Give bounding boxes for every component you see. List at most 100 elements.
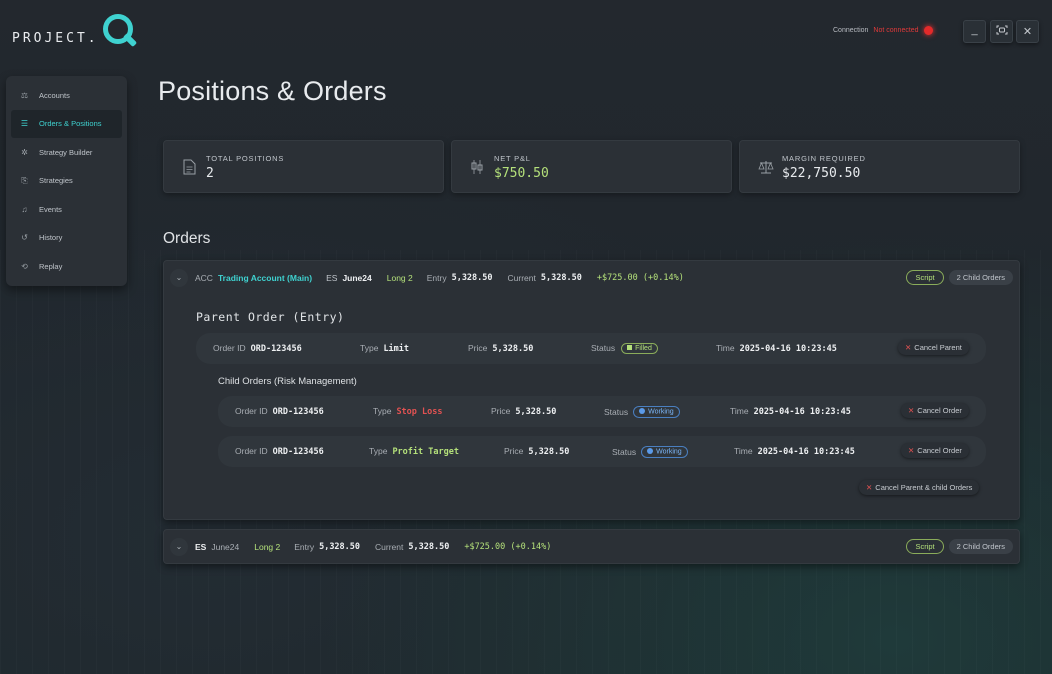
entry-label: Entry — [426, 272, 447, 283]
price-label: Price — [468, 343, 488, 353]
child-orders-badge: 2 Child Orders — [948, 539, 1013, 554]
close-icon: ✕ — [908, 406, 915, 415]
cancel-parent-button[interactable]: ✕ Cancel Parent — [898, 340, 969, 355]
child-order-row: Order ID ORD-123456 Type Stop Loss Price 5,… — [218, 396, 986, 427]
sidebar-item-history[interactable]: ↺ History — [11, 224, 122, 252]
sidebar-item-strategy-builder[interactable]: ✲ Strategy Builder — [11, 138, 122, 166]
order-time: 2025-04-16 10:23:45 — [757, 447, 855, 457]
orders-section-title: Orders — [163, 230, 211, 247]
time-label: Time — [734, 446, 753, 456]
sidebar-item-accounts[interactable]: ⚖ Accounts — [11, 81, 122, 109]
child-order-row: Order ID ORD-123456 Type Profit Target Pri… — [218, 436, 986, 467]
sidebar-item-label: Accounts — [39, 90, 70, 100]
price-label: Price — [504, 446, 524, 456]
close-icon: ✕ — [905, 343, 912, 352]
order-card: ⌄ ACC Trading Account (Main) ES June24 L… — [163, 260, 1020, 520]
close-icon: ✕ — [908, 446, 915, 455]
contract: June24 — [342, 272, 372, 283]
account-name: Trading Account (Main) — [217, 272, 313, 283]
status-badge: Filled — [621, 343, 658, 354]
minimize-button[interactable]: _ — [963, 20, 986, 43]
brand-text: PROJECT. — [12, 31, 99, 46]
order-price: 5,328.50 — [528, 447, 570, 457]
status-label: Status — [612, 446, 637, 457]
cancel-order-button[interactable]: ✕ Cancel Order — [901, 443, 969, 458]
close-button[interactable]: ✕ — [1016, 20, 1039, 43]
order-id: ORD-123456 — [250, 344, 302, 354]
stat-label: TOTAL POSITIONS — [206, 154, 285, 163]
contract: June24 — [211, 541, 240, 552]
chevron-down-icon[interactable]: ⌄ — [170, 537, 188, 556]
sidebar-item-label: Replay — [39, 261, 63, 271]
sidebar-item-label: History — [39, 233, 63, 242]
brand-q-mark — [101, 12, 139, 52]
order-details: Parent Order (Entry) Order ID ORD-123456 … — [164, 294, 1019, 519]
current-label: Current — [507, 272, 536, 283]
price-label: Price — [491, 406, 511, 416]
child-orders-badge: 2 Child Orders — [948, 270, 1013, 285]
entry-price: 5,328.50 — [319, 541, 361, 552]
pnl-value: +$725.00 (+0.14%) — [464, 541, 552, 552]
status-label: Status — [591, 343, 616, 353]
history-icon: ↺ — [21, 233, 28, 242]
order-header[interactable]: ⌄ ES June24 Long 2 Entry 5,328.50 Curren… — [164, 530, 1019, 563]
child-orders-title: Child Orders (Risk Management) — [218, 376, 357, 387]
type-label: Type — [360, 343, 379, 353]
order-id-label: Order ID — [213, 343, 246, 353]
status-badge: Working — [641, 446, 688, 458]
time-label: Time — [730, 406, 749, 416]
sidebar-item-label: Events — [39, 204, 62, 214]
sidebar-item-events[interactable]: ♫ Events — [11, 195, 122, 223]
order-id: ORD-123456 — [272, 407, 324, 417]
minimize-icon: _ — [971, 23, 978, 36]
sidebar-item-label: Strategies — [39, 176, 73, 185]
entry-price: 5,328.50 — [451, 272, 493, 283]
sidebar-item-replay[interactable]: ⟲ Replay — [11, 252, 122, 280]
connection-status-dot — [923, 26, 933, 35]
current-price: 5,328.50 — [408, 541, 450, 552]
order-time: 2025-04-16 10:23:45 — [753, 407, 851, 417]
balance-scale-icon — [758, 159, 774, 175]
status-label: Status — [604, 406, 629, 417]
screenshot-button[interactable] — [990, 20, 1013, 43]
current-label: Current — [375, 541, 404, 552]
order-type: Stop Loss — [396, 407, 443, 417]
sidebar-item-orders-positions[interactable]: ☰ Orders & Positions — [11, 109, 122, 138]
order-type: Profit Target — [392, 447, 459, 457]
connection-label: Connection — [833, 27, 869, 34]
pnl-value: +$725.00 (+0.14%) — [596, 272, 684, 283]
order-header[interactable]: ⌄ ACC Trading Account (Main) ES June24 L… — [164, 261, 1019, 294]
connection-indicator: Connection Not connected — [833, 26, 933, 35]
stat-value: 2 — [206, 166, 214, 181]
stat-value: $22,750.50 — [782, 166, 861, 181]
document-icon — [182, 159, 196, 175]
sidebar-item-strategies[interactable]: ⎘ Strategies — [11, 167, 122, 195]
close-icon: ✕ — [866, 483, 873, 492]
symbol: ES — [195, 541, 207, 552]
order-price: 5,328.50 — [515, 407, 557, 417]
account-label: ACC — [195, 272, 213, 283]
current-price: 5,328.50 — [540, 272, 582, 283]
chevron-down-icon[interactable]: ⌄ — [170, 268, 188, 287]
stat-label: MARGIN REQUIRED — [782, 154, 866, 163]
stat-card-net-pnl: NET P&L $750.50 — [451, 140, 732, 193]
order-type: Limit — [383, 344, 410, 354]
brand-logo: PROJECT. — [12, 12, 139, 52]
parent-order-row: Order ID ORD-123456 Type Limit Price 5,328.… — [196, 333, 986, 364]
cancel-parent-and-children-button[interactable]: ✕ Cancel Parent & child Orders — [859, 480, 980, 495]
script-badge: Script — [906, 270, 944, 285]
symbol: ES — [326, 272, 338, 283]
sidebar-item-label: Orders & Positions — [39, 119, 102, 128]
parent-order-title: Parent Order (Entry) — [196, 310, 345, 324]
replay-icon: ⟲ — [21, 261, 28, 271]
cancel-order-button[interactable]: ✕ Cancel Order — [901, 403, 969, 418]
time-label: Time — [716, 343, 735, 353]
orders-icon: ☰ — [20, 119, 29, 128]
type-label: Type — [373, 406, 392, 416]
bell-icon: ♫ — [21, 204, 28, 214]
sidebar-item-label: Strategy Builder — [39, 147, 93, 157]
page-title: Positions & Orders — [158, 76, 387, 106]
strategies-icon: ⎘ — [21, 176, 28, 185]
stat-label: NET P&L — [494, 154, 531, 163]
order-id-label: Order ID — [235, 446, 268, 456]
